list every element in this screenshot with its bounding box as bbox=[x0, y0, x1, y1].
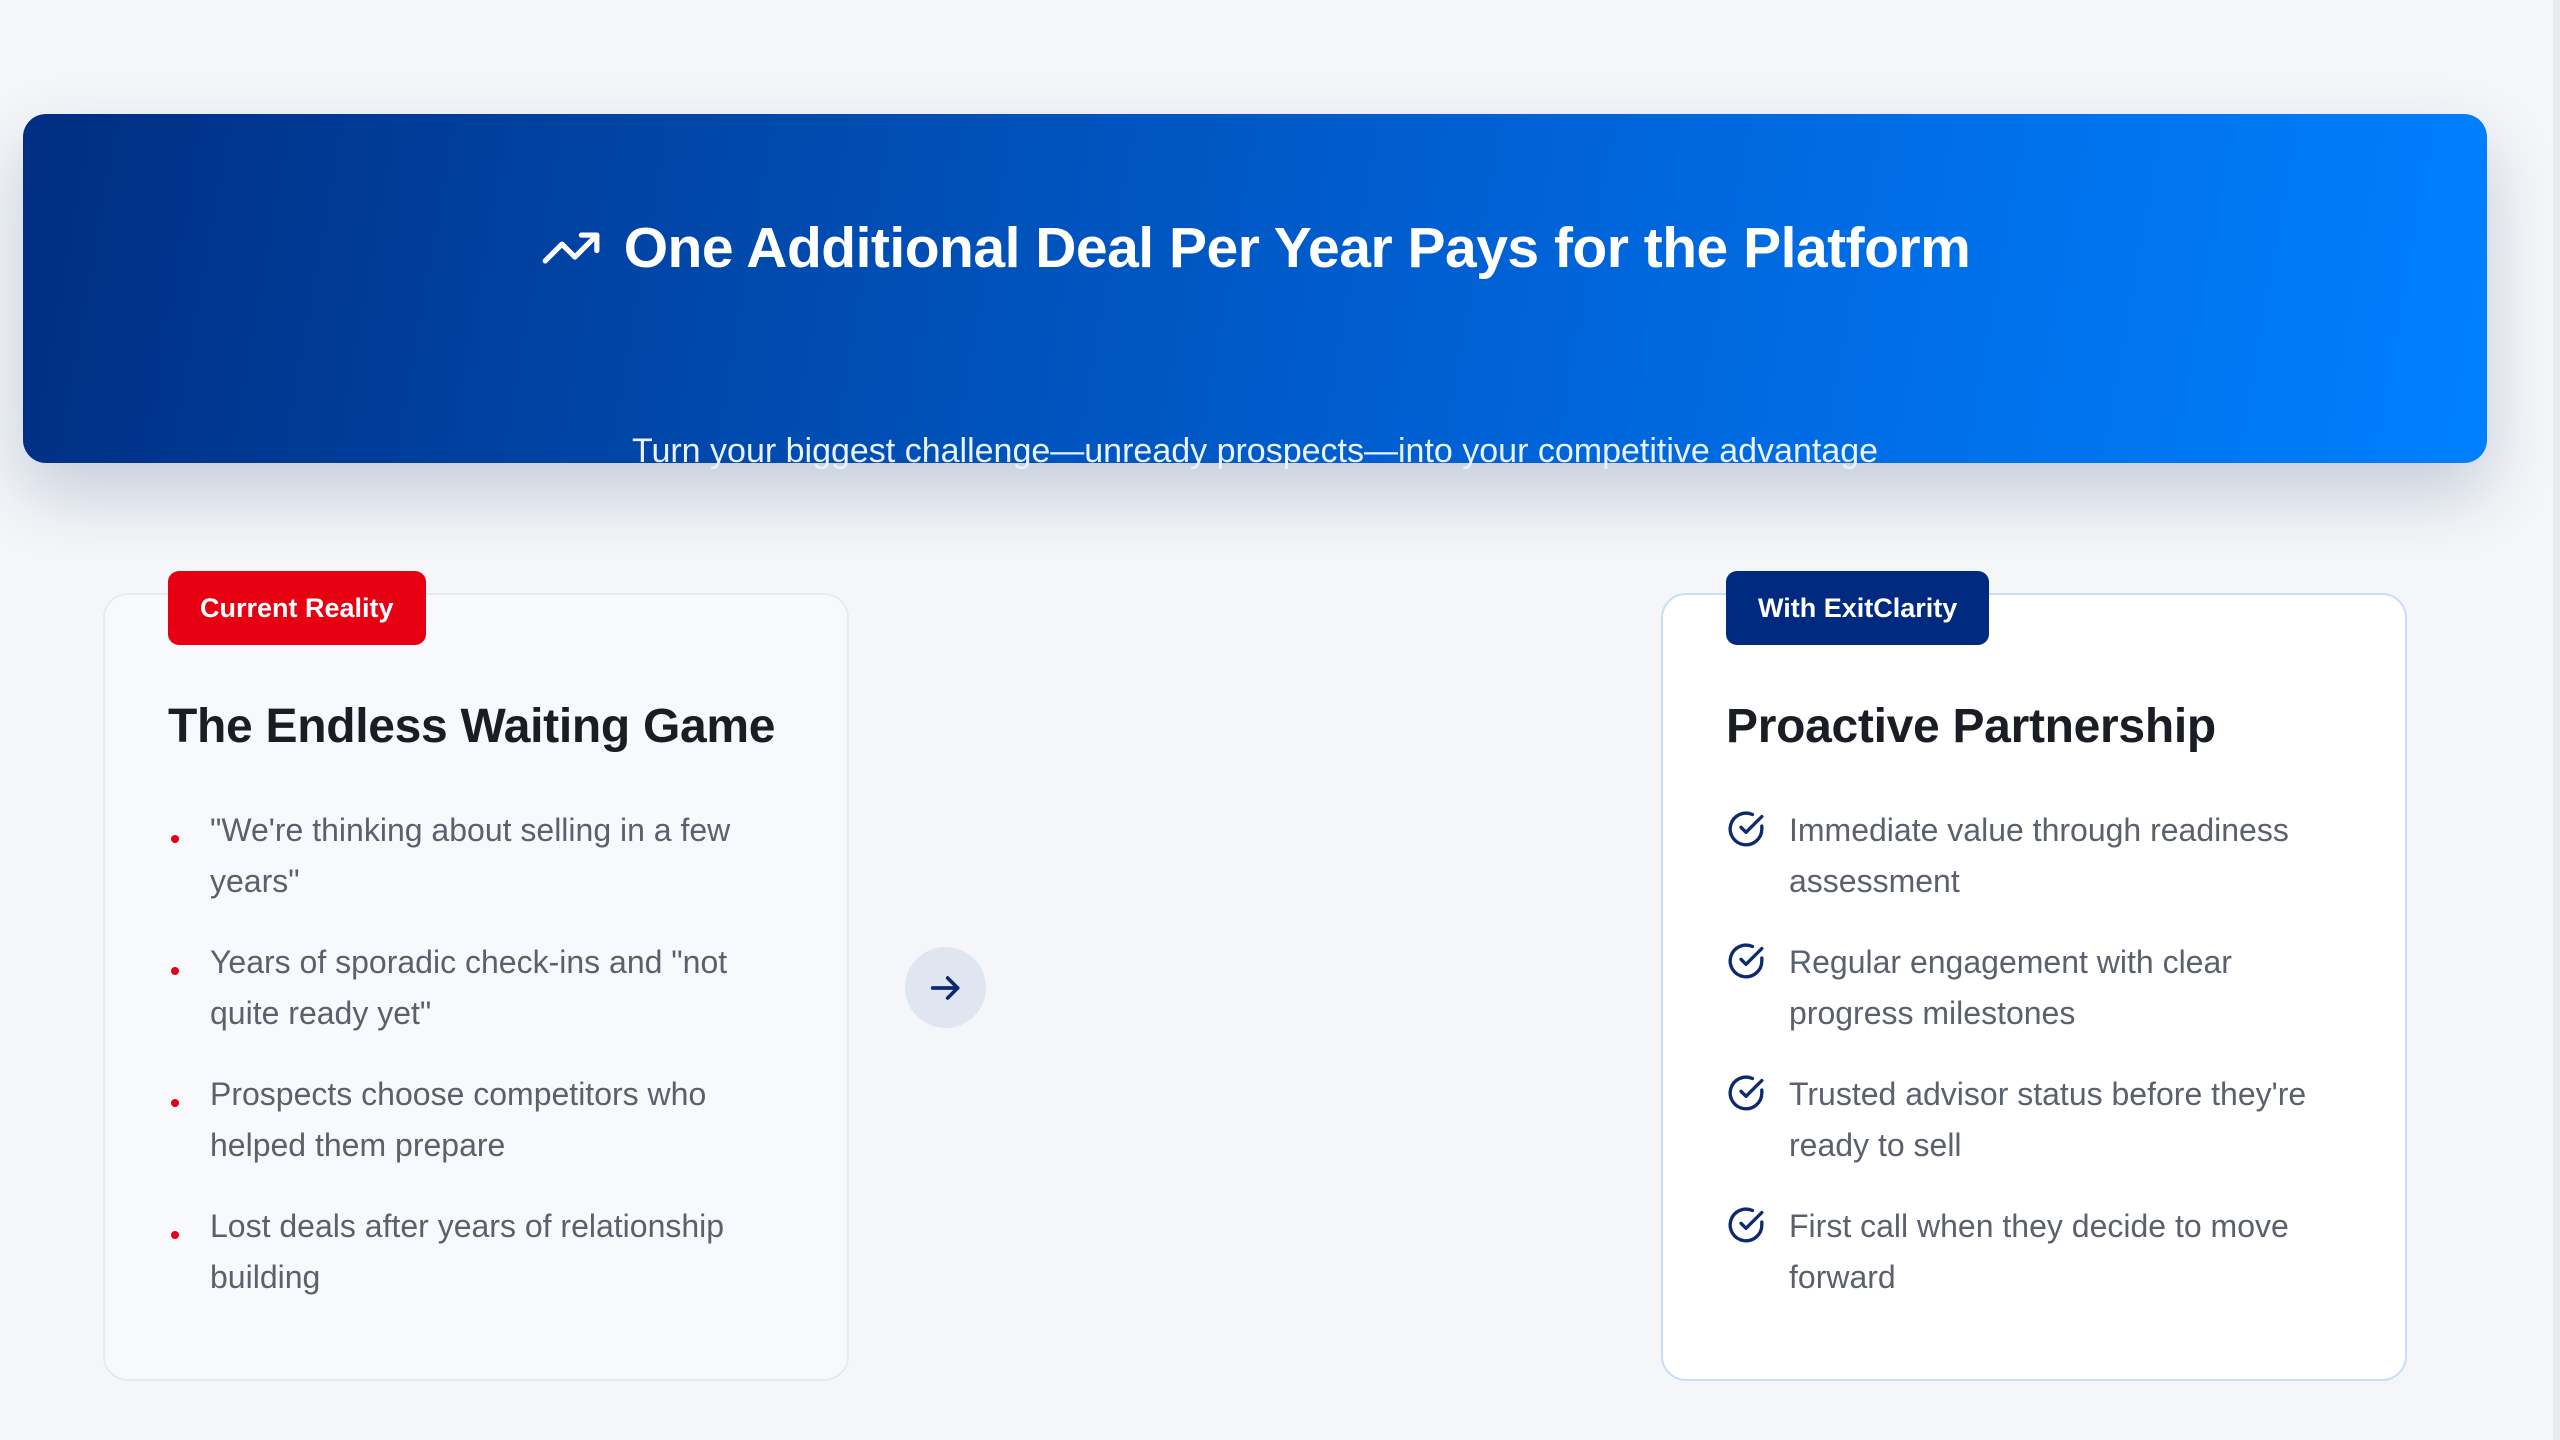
bullet-dot-icon bbox=[171, 835, 179, 843]
with-exitclarity-list: Immediate value through readiness assess… bbox=[1726, 805, 2346, 1333]
current-reality-badge: Current Reality bbox=[168, 571, 426, 645]
with-exitclarity-badge: With ExitClarity bbox=[1726, 571, 1990, 645]
list-item: Prospects choose competitors who helped … bbox=[168, 1069, 788, 1171]
hero-title-row: One Additional Deal Per Year Pays for th… bbox=[23, 214, 2487, 282]
arrow-right-icon bbox=[930, 975, 959, 1000]
list-item: First call when they decide to move forw… bbox=[1726, 1201, 2346, 1303]
check-circle-icon bbox=[1728, 943, 1764, 979]
bullet-dot-icon bbox=[171, 1099, 179, 1107]
list-item: Trusted advisor status before they're re… bbox=[1726, 1069, 2346, 1171]
list-item: Immediate value through readiness assess… bbox=[1726, 805, 2346, 907]
list-item-text: Years of sporadic check-ins and "not qui… bbox=[210, 944, 728, 1031]
list-item: Years of sporadic check-ins and "not qui… bbox=[168, 937, 788, 1039]
list-item-text: Regular engagement with clear progress m… bbox=[1789, 944, 2232, 1031]
check-circle-icon bbox=[1728, 811, 1764, 847]
scrollbar-track[interactable] bbox=[2553, 0, 2560, 1440]
trending-up-icon bbox=[542, 232, 600, 264]
current-reality-card: Current Reality The Endless Waiting Game… bbox=[103, 571, 849, 1381]
hero-subtitle: Turn your biggest challenge—unready pros… bbox=[631, 432, 1879, 470]
list-item: "We're thinking about selling in a few y… bbox=[168, 805, 788, 907]
transition-arrow bbox=[905, 947, 986, 1028]
list-item: Regular engagement with clear progress m… bbox=[1726, 937, 2346, 1039]
list-item-text: Prospects choose competitors who helped … bbox=[210, 1076, 707, 1163]
hero-title: One Additional Deal Per Year Pays for th… bbox=[623, 216, 1971, 280]
list-item: Lost deals after years of relationship b… bbox=[168, 1201, 788, 1303]
with-exitclarity-title: Proactive Partnership bbox=[1726, 700, 2216, 753]
bullet-dot-icon bbox=[171, 1231, 179, 1239]
current-reality-list: "We're thinking about selling in a few y… bbox=[168, 805, 788, 1333]
with-exitclarity-card: With ExitClarity Proactive Partnership I… bbox=[1661, 571, 2407, 1381]
list-item-text: Immediate value through readiness assess… bbox=[1789, 812, 2289, 899]
list-item-text: Trusted advisor status before they're re… bbox=[1789, 1076, 2307, 1163]
bullet-dot-icon bbox=[171, 967, 179, 975]
list-item-text: First call when they decide to move forw… bbox=[1789, 1208, 2289, 1295]
check-circle-icon bbox=[1728, 1207, 1764, 1243]
list-item-text: "We're thinking about selling in a few y… bbox=[210, 812, 731, 899]
check-circle-icon bbox=[1728, 1075, 1764, 1111]
list-item-text: Lost deals after years of relationship b… bbox=[210, 1208, 725, 1295]
hero-banner: One Additional Deal Per Year Pays for th… bbox=[23, 114, 2487, 470]
current-reality-title: The Endless Waiting Game bbox=[168, 700, 776, 753]
